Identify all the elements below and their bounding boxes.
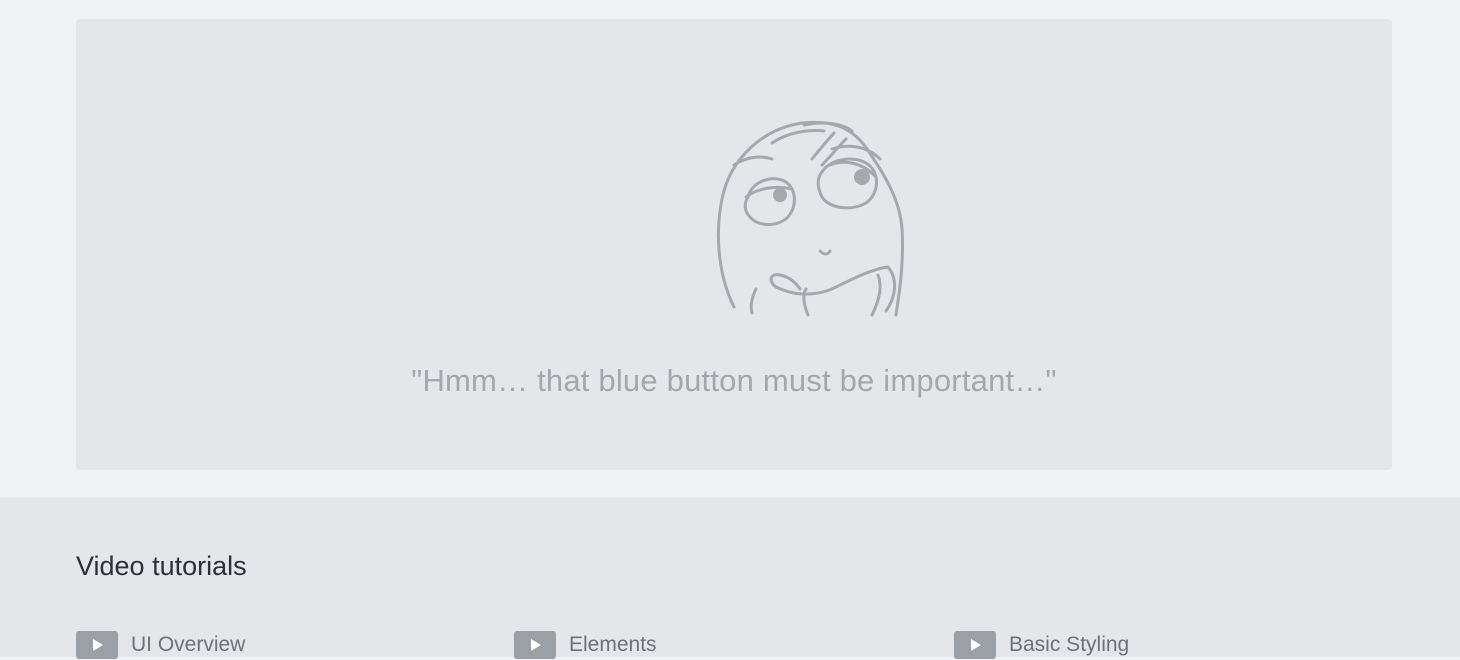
- play-icon: [954, 631, 996, 659]
- empty-state-message: "Hmm… that blue button must be important…: [411, 363, 1057, 398]
- play-icon: [76, 631, 118, 659]
- video-label: Elements: [569, 633, 657, 656]
- video-tutorials-title: Video tutorials: [76, 551, 247, 581]
- play-icon: [514, 631, 556, 659]
- empty-state-card: "Hmm… that blue button must be important…: [76, 19, 1392, 470]
- video-link-ui-overview[interactable]: UI Overview: [76, 630, 245, 660]
- video-link-basic-styling[interactable]: Basic Styling: [954, 630, 1129, 660]
- content-area: "Hmm… that blue button must be important…: [0, 0, 1460, 497]
- video-label: UI Overview: [131, 633, 246, 656]
- thinking-face-icon: [716, 120, 905, 317]
- video-label: Basic Styling: [1009, 633, 1130, 656]
- video-link-elements[interactable]: Elements: [514, 630, 657, 660]
